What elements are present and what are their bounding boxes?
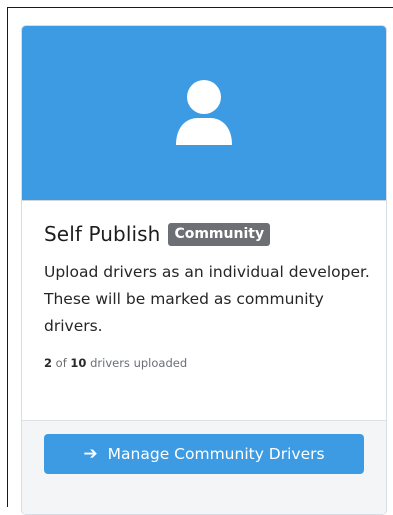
card-description: Upload drivers as an individual develope… [44,263,370,335]
card-body: Self Publish Community Upload drivers as… [22,200,386,370]
community-badge: Community [168,222,271,246]
button-label: Manage Community Drivers [107,445,325,463]
card-title: Self Publish [44,222,161,246]
uploaded-count: 2 [44,356,53,370]
card-banner [22,26,386,200]
card-footer: ➔ Manage Community Drivers [22,420,386,514]
title-row: Self Publish Community [44,222,364,246]
self-publish-card: Self Publish Community Upload drivers as… [21,25,387,515]
arrow-right-icon: ➔ [83,444,98,464]
uploaded-suffix: drivers uploaded [90,356,188,370]
manage-community-drivers-button[interactable]: ➔ Manage Community Drivers [44,434,364,474]
of-text: of [55,356,67,370]
user-icon [176,80,232,145]
upload-limit: 10 [70,356,87,370]
upload-count: 2 of 10 drivers uploaded [44,356,364,370]
